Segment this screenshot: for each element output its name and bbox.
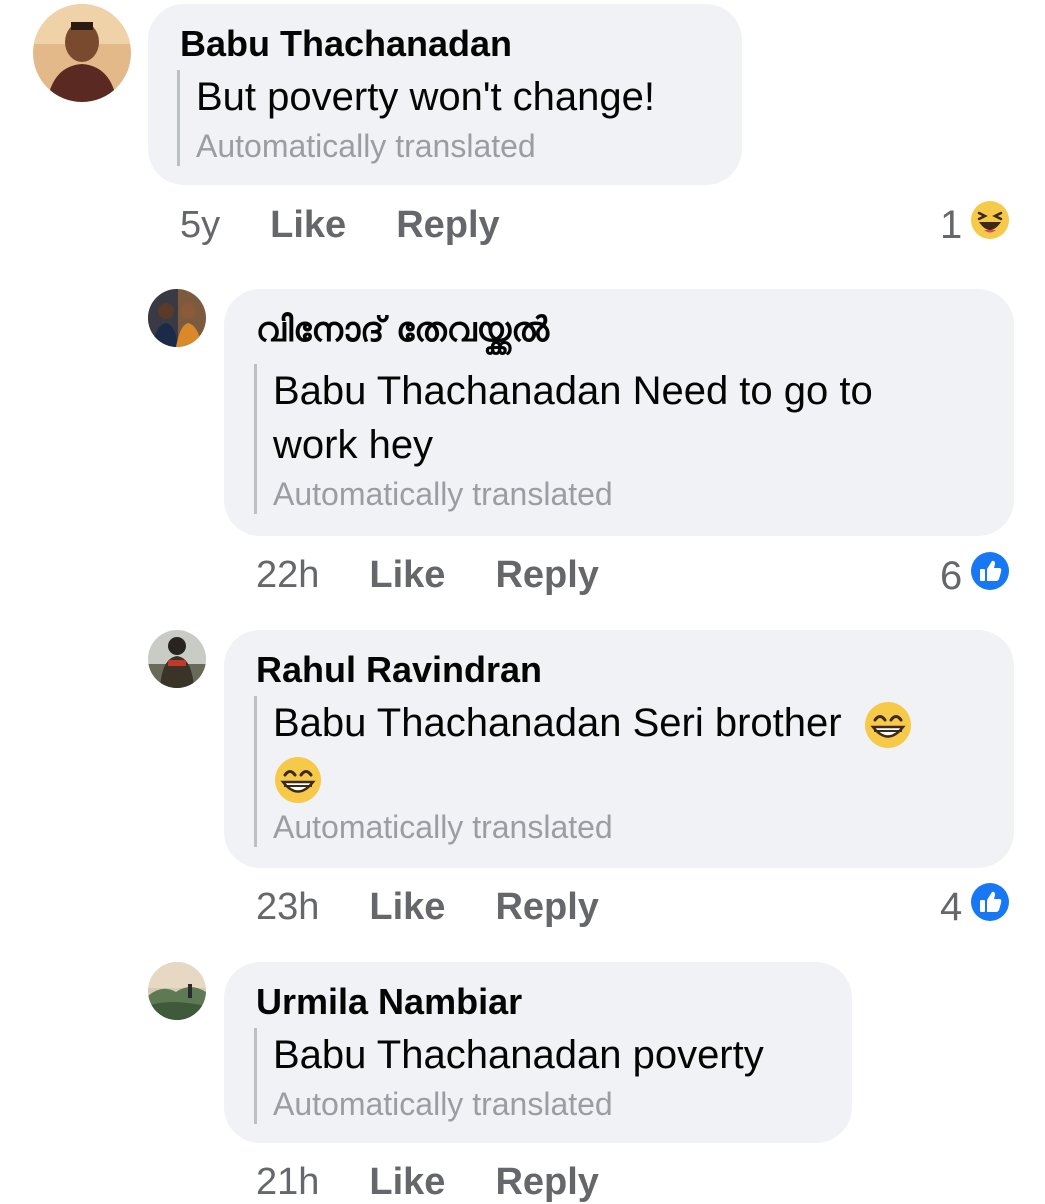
translated-label[interactable]: Automatically translated — [273, 1084, 834, 1124]
comment-author[interactable]: Rahul Ravindran — [256, 650, 542, 690]
comment-body: Babu Thachanadan poverty Automatically t… — [254, 1028, 834, 1124]
comment-timestamp[interactable]: 23h — [256, 886, 319, 928]
comment-author[interactable]: Babu Thachanadan — [180, 24, 512, 64]
reply-button[interactable]: Reply — [495, 554, 598, 596]
reaction-count[interactable]: 1 — [940, 200, 1010, 249]
translated-label[interactable]: Automatically translated — [273, 807, 994, 847]
comment-author[interactable]: Urmila Nambiar — [256, 982, 522, 1022]
reaction-count-number: 6 — [940, 553, 963, 598]
comment-text: But poverty won't change! — [196, 75, 656, 119]
comment-text-line-2: work hey — [273, 423, 434, 467]
reply-button[interactable]: Reply — [495, 886, 598, 928]
grinning-face-icon — [273, 755, 323, 805]
reaction-count[interactable]: 6 — [940, 551, 1010, 600]
comment-body: But poverty won't change! Automatically … — [177, 70, 717, 166]
avatar[interactable] — [33, 4, 131, 102]
comment-text-content: Babu Thachanadan Seri brother — [273, 701, 842, 745]
comment-author[interactable]: വിനോദ് തേവയ്ക്കൽ — [256, 310, 549, 350]
reply-button[interactable]: Reply — [396, 204, 499, 246]
translated-label[interactable]: Automatically translated — [196, 126, 717, 166]
like-icon — [970, 882, 1010, 931]
comment-text: Babu Thachanadan Seri brother — [273, 696, 994, 750]
comment-actions: 23h Like Reply — [256, 885, 599, 929]
comment-body: Babu Thachanadan Seri brother Automatica… — [254, 696, 994, 847]
grinning-face-icon — [863, 700, 913, 750]
haha-icon — [970, 200, 1010, 249]
comment-actions: 21h Like Reply — [256, 1160, 599, 1204]
translated-label[interactable]: Automatically translated — [273, 474, 994, 514]
avatar[interactable] — [148, 630, 206, 688]
like-icon — [970, 551, 1010, 600]
comment-timestamp[interactable]: 22h — [256, 554, 319, 596]
reply-button[interactable]: Reply — [495, 1161, 598, 1203]
like-button[interactable]: Like — [270, 204, 346, 246]
like-button[interactable]: Like — [369, 1161, 445, 1203]
comment-timestamp[interactable]: 5y — [180, 204, 220, 246]
reaction-count-number: 4 — [940, 884, 963, 929]
avatar[interactable] — [148, 962, 206, 1020]
comment-actions: 22h Like Reply — [256, 553, 599, 597]
comment-timestamp[interactable]: 21h — [256, 1161, 319, 1203]
like-button[interactable]: Like — [369, 886, 445, 928]
comment-text-line-1: Babu Thachanadan Need to go to — [273, 369, 873, 413]
reaction-count[interactable]: 4 — [940, 882, 1010, 931]
comment-body: Babu Thachanadan Need to go to work hey … — [254, 364, 994, 514]
comment-text: Babu Thachanadan poverty — [273, 1033, 764, 1077]
reaction-count-number: 1 — [940, 202, 963, 247]
like-button[interactable]: Like — [369, 554, 445, 596]
avatar[interactable] — [148, 289, 206, 347]
comment-actions: 5y Like Reply — [180, 203, 500, 247]
comment-text-line-2 — [273, 750, 994, 804]
